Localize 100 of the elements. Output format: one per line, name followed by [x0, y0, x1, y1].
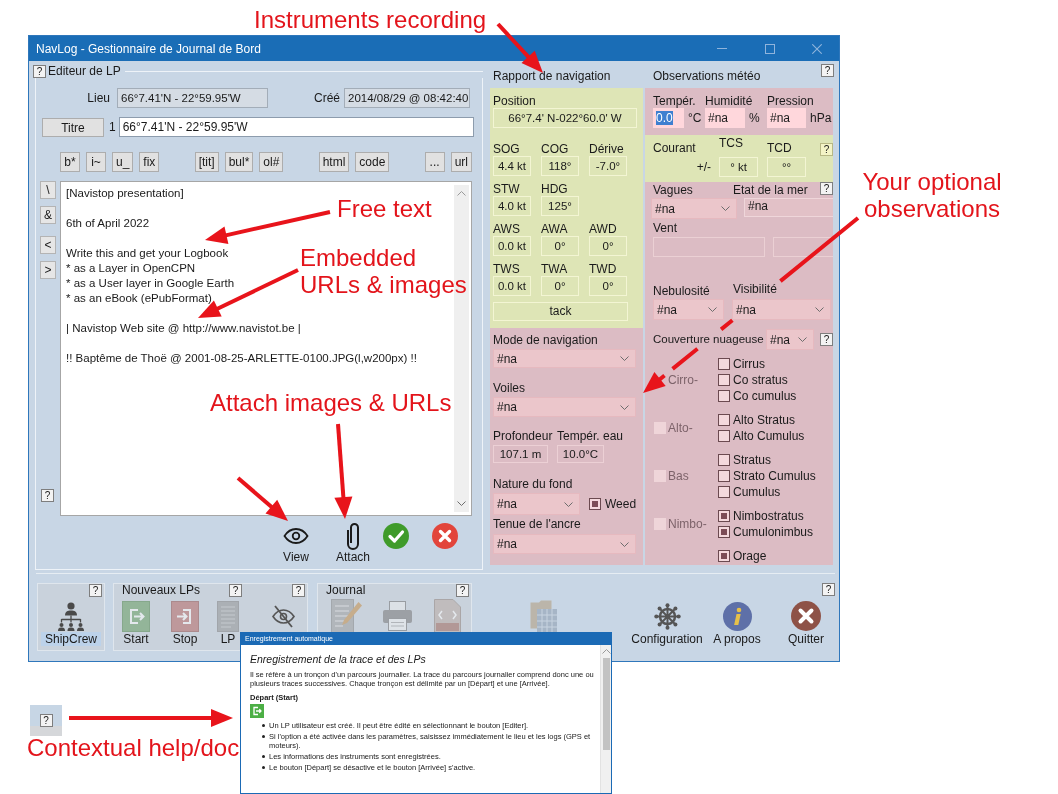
- help-button[interactable]: ?: [820, 333, 833, 346]
- dropdown[interactable]: #na: [766, 329, 814, 350]
- unit-label: °C: [688, 111, 702, 125]
- annotation-label: Free text: [337, 195, 432, 222]
- field-label: Humidité: [705, 95, 754, 108]
- help-button[interactable]: ?: [229, 584, 242, 597]
- value-field: 0°: [541, 236, 579, 256]
- side-button[interactable]: <: [40, 236, 56, 254]
- title-input[interactable]: 66°7.41'N - 22°59.95'W: [118, 117, 474, 137]
- attach-button[interactable]: Attach: [334, 522, 372, 564]
- dropdown[interactable]: #na: [732, 299, 831, 320]
- format-button[interactable]: bul*: [224, 152, 254, 172]
- dropdown[interactable]: #na: [493, 534, 636, 554]
- side-button[interactable]: >: [40, 261, 56, 279]
- field-label: +/-: [696, 160, 711, 174]
- field-label: Etat de la mer: [733, 184, 808, 197]
- bullet-icon: [262, 755, 265, 758]
- checkbox-label: Co stratus: [733, 373, 788, 387]
- input-field[interactable]: #na: [705, 108, 745, 128]
- side-button[interactable]: \: [40, 181, 56, 199]
- checkbox[interactable]: [718, 550, 730, 562]
- format-button[interactable]: i~: [86, 152, 106, 172]
- field-label: Tempér.: [653, 95, 697, 108]
- field-label: Tenue de l'ancre: [493, 518, 582, 531]
- checkbox[interactable]: [589, 498, 601, 510]
- value-field: 0°: [541, 276, 579, 296]
- chevron-down-icon: [620, 541, 629, 547]
- arrow-box-icon: [171, 600, 199, 632]
- format-button[interactable]: url: [450, 152, 472, 172]
- value-field: 4.4 kt: [493, 156, 531, 176]
- format-button[interactable]: u_: [112, 152, 134, 172]
- help-button[interactable]: ?: [292, 584, 305, 597]
- section-title: Observations météo: [653, 68, 761, 85]
- close-icon[interactable]: [812, 43, 822, 54]
- format-button[interactable]: ...: [424, 152, 445, 172]
- checkbox-label: Nimbostratus: [733, 509, 804, 523]
- field-label: STW: [493, 183, 521, 196]
- grid-folder-icon: [529, 599, 557, 633]
- field-label: SOG: [493, 143, 521, 156]
- side-button[interactable]: &: [40, 206, 56, 224]
- input-field[interactable]: #na: [744, 198, 833, 217]
- help-button[interactable]: ?: [89, 584, 102, 597]
- field-label: Dérive: [589, 143, 625, 156]
- chevron-down-icon: [564, 501, 573, 507]
- dropdown[interactable]: #na: [493, 493, 580, 515]
- value-field: 0.0 kt: [493, 236, 531, 256]
- line-number: 1: [109, 120, 116, 134]
- configuration-button[interactable]: Configuration: [629, 600, 705, 646]
- help-button[interactable]: ?: [33, 64, 46, 78]
- value-field: 0°: [589, 276, 627, 296]
- help-button[interactable]: ?: [456, 584, 469, 597]
- checkbox-label: Strato Cumulus: [733, 469, 816, 483]
- dropdown[interactable]: #na: [493, 397, 636, 417]
- view-button[interactable]: View: [280, 522, 312, 564]
- input-field[interactable]: 0.0: [653, 108, 684, 128]
- help-button[interactable]: ?: [820, 182, 833, 195]
- value-field: 10.0°C: [557, 445, 604, 463]
- group-title: Journal: [325, 584, 366, 597]
- format-button[interactable]: html: [318, 152, 350, 172]
- title-button[interactable]: Titre: [42, 117, 104, 137]
- chevron-down-icon: [708, 307, 717, 312]
- help-button[interactable]: ?: [822, 583, 835, 596]
- scrollbar[interactable]: [600, 645, 611, 793]
- help-button[interactable]: ?: [821, 64, 834, 77]
- dropdown[interactable]: #na: [493, 349, 636, 368]
- input-field[interactable]: #na: [767, 108, 806, 128]
- input-field[interactable]: [773, 237, 833, 257]
- field-label: AWD: [589, 223, 618, 236]
- field-label: Lieu: [87, 91, 110, 105]
- quit-button[interactable]: Quitter: [786, 600, 826, 646]
- format-button[interactable]: [tit]: [194, 152, 219, 172]
- maximize-icon[interactable]: [765, 43, 775, 54]
- arrow-box-icon: [250, 704, 264, 718]
- format-button[interactable]: b*: [60, 152, 80, 172]
- help-button[interactable]: ?: [39, 714, 53, 727]
- field-label: COG: [541, 143, 570, 156]
- checkbox-label: Cirrus: [733, 357, 765, 371]
- crew-button[interactable]: ShipCrew: [41, 600, 101, 646]
- chevron-down-icon: [721, 206, 730, 211]
- field-label: Visibilité: [733, 283, 777, 296]
- checkbox-label: Co cumulus: [733, 389, 797, 403]
- value-field: 107.1 m: [493, 445, 548, 463]
- format-button[interactable]: ol#: [259, 152, 284, 172]
- format-button[interactable]: fix: [139, 152, 160, 172]
- help-button[interactable]: ?: [41, 489, 54, 502]
- tack-button[interactable]: tack: [493, 302, 628, 321]
- eye-icon: [283, 528, 309, 544]
- value-field: 0.0 kt: [493, 276, 531, 296]
- checkbox-label: Cumulus: [733, 485, 781, 499]
- dropdown[interactable]: #na: [651, 198, 737, 219]
- paperclip-icon: [345, 522, 361, 550]
- format-button[interactable]: code: [355, 152, 390, 172]
- about-button[interactable]: A propos: [711, 600, 763, 646]
- bullet-icon: [262, 766, 265, 769]
- dropdown[interactable]: #na: [653, 299, 724, 320]
- bullet-icon: [262, 735, 265, 738]
- value-field: 118°: [541, 156, 579, 176]
- help-button[interactable]: ?: [820, 143, 833, 156]
- scrollbar-thumb[interactable]: [602, 658, 610, 750]
- value-field: 4.0 kt: [493, 196, 531, 216]
